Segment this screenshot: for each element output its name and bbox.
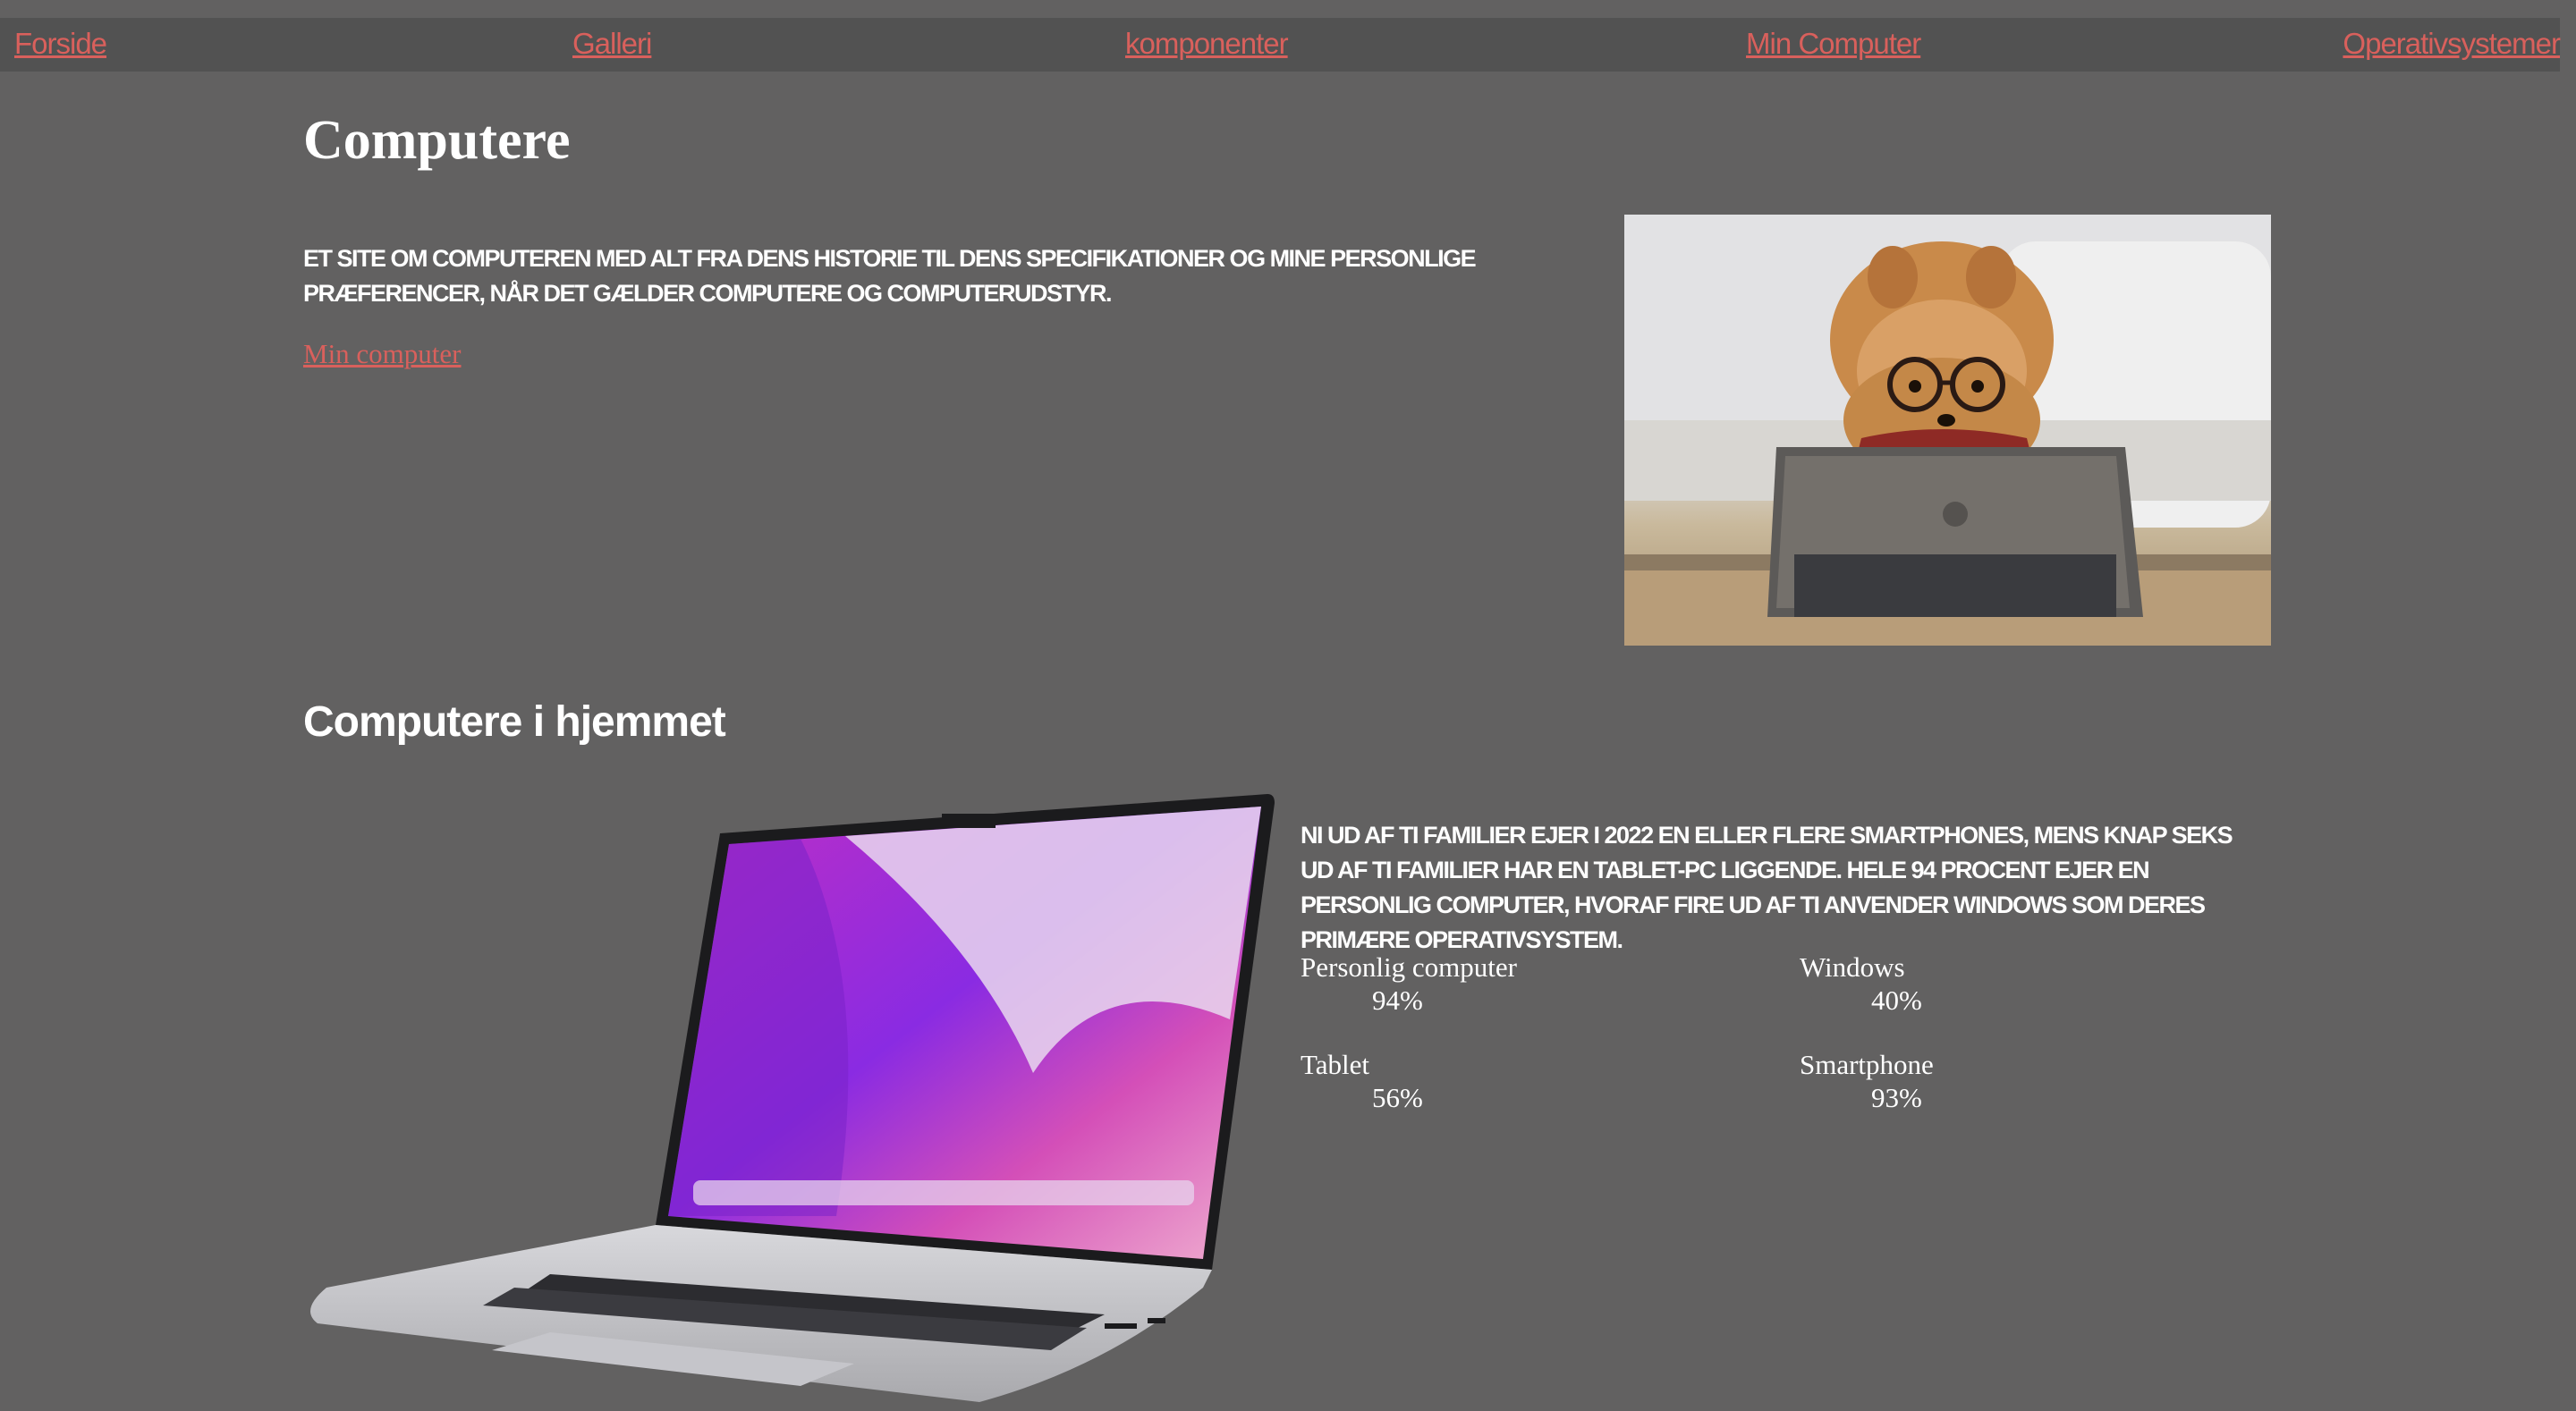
nav-link-operativsystemer[interactable]: Operativsystemer xyxy=(2343,27,2561,61)
stat-value-smartphone: 93% xyxy=(1871,1082,1922,1113)
stat-label-personal-computer: Personlig computer xyxy=(1301,951,1517,983)
nav-link-min-computer[interactable]: Min Computer xyxy=(1746,27,1921,61)
laptop-photo xyxy=(300,787,1279,1411)
top-navbar: Forside Galleri komponenter Min Computer… xyxy=(0,18,2561,72)
home-stats-paragraph: Ni ud af ti familier ejer i 2022 en elle… xyxy=(1301,822,2233,953)
intro-paragraph: Et site om computeren med alt fra dens h… xyxy=(303,245,1477,307)
stat-label-tablet: Tablet xyxy=(1301,1049,1370,1080)
stat-value-tablet: 56% xyxy=(1372,1082,1423,1113)
dog-with-glasses-tablet-photo xyxy=(1624,215,2271,646)
nav-link-galleri[interactable]: Galleri xyxy=(572,27,652,61)
nav-link-forside[interactable]: Forside xyxy=(14,27,107,61)
stat-label-smartphone: Smartphone xyxy=(1800,1049,1934,1080)
min-computer-link[interactable]: Min computer xyxy=(303,338,462,370)
stat-label-windows: Windows xyxy=(1800,951,1905,983)
nav-link-komponenter[interactable]: komponenter xyxy=(1125,27,1289,61)
section-title-home: Computere i hjemmet xyxy=(303,698,726,746)
page-title: Computere xyxy=(303,110,571,171)
stat-value-personal-computer: 94% xyxy=(1372,984,1423,1016)
stat-value-windows: 40% xyxy=(1871,984,1922,1016)
